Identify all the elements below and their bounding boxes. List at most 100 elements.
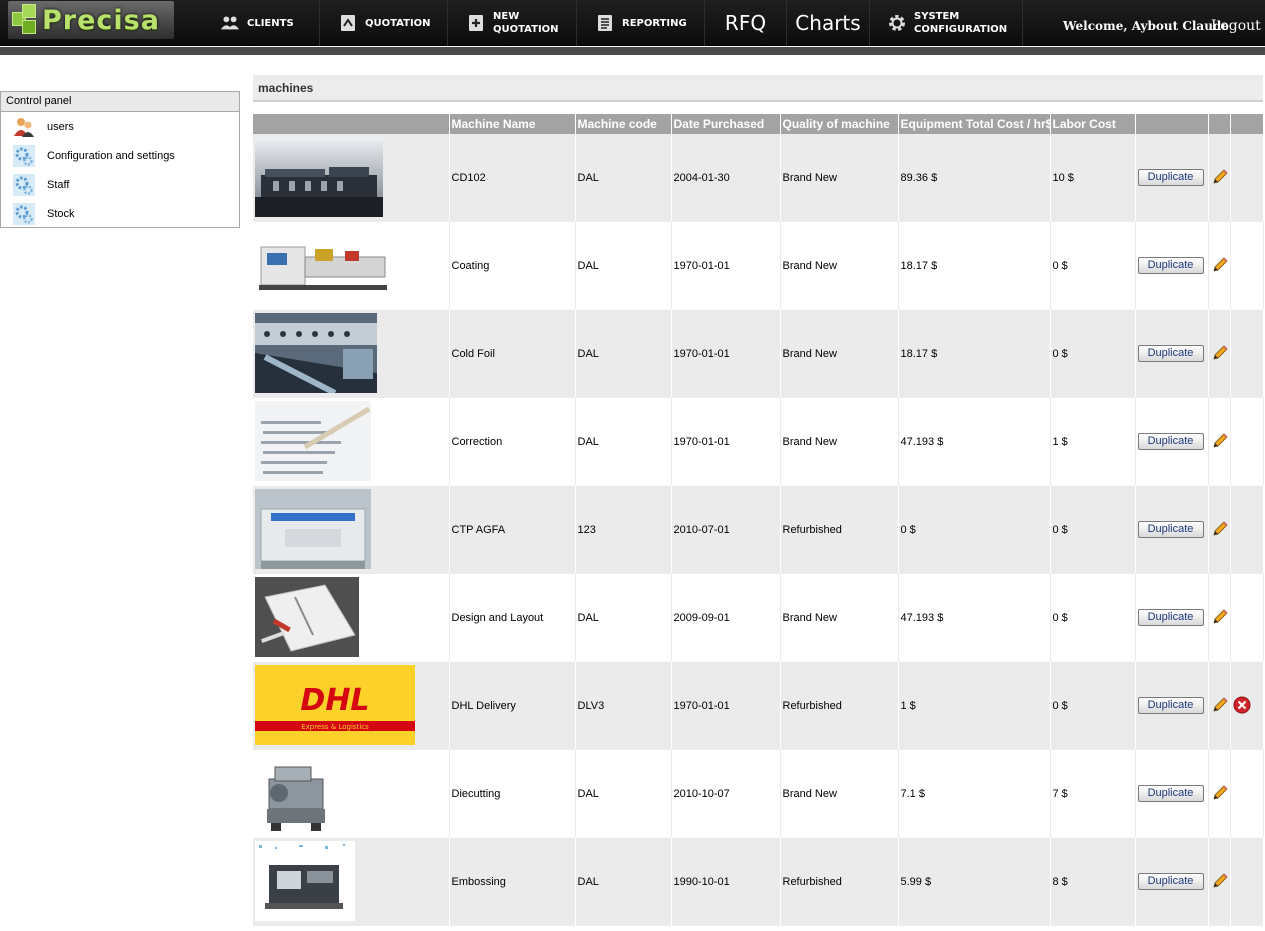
system-gear-icon: [887, 14, 907, 32]
duplicate-button[interactable]: Duplicate: [1137, 256, 1204, 274]
delete-cell: [1230, 134, 1264, 222]
machine-code: DAL: [575, 134, 672, 222]
machine-code: DLV3: [575, 662, 672, 750]
nav-system-configuration-label: SYSTEM CONFIGURATION: [914, 11, 1008, 35]
machine-image-cell: [253, 486, 450, 574]
duplicate-button[interactable]: Duplicate: [1137, 696, 1204, 714]
clients-icon: [220, 14, 240, 32]
edit-pencil-icon[interactable]: [1211, 168, 1229, 186]
dhl-brand-text: DHL: [300, 683, 369, 718]
edit-pencil-icon[interactable]: [1211, 520, 1229, 538]
labor-cost: 0 $: [1050, 222, 1136, 310]
machine-image-cell: [253, 310, 450, 398]
logo-mark-icon: [12, 4, 46, 36]
duplicate-button[interactable]: Duplicate: [1137, 872, 1204, 890]
machine-quality: Refurbished: [780, 662, 899, 750]
labor-cost: 0 $: [1050, 574, 1136, 662]
control-panel-item-configuration[interactable]: Configuration and settings: [1, 141, 239, 170]
column-header: [253, 114, 450, 134]
table-row: Correction DAL 1970-01-01 Brand New 47.193 $…: [253, 398, 1264, 486]
column-header: [1208, 114, 1231, 134]
control-panel-item-users[interactable]: users: [1, 112, 239, 141]
nav-rfq[interactable]: RFQ: [705, 0, 787, 46]
duplicate-cell: Duplicate: [1135, 222, 1209, 310]
machine-quality: Brand New: [780, 222, 899, 310]
machine-thumbnail: [255, 136, 383, 217]
machine-name: DHL Delivery: [449, 662, 576, 750]
duplicate-button[interactable]: Duplicate: [1137, 432, 1204, 450]
nav-quotation[interactable]: QUOTATION: [320, 0, 448, 46]
table-row: DHL Express & Logistics DHL Delivery DLV3 19…: [253, 662, 1264, 750]
edit-pencil-icon[interactable]: [1211, 784, 1229, 802]
delete-cell: [1230, 310, 1264, 398]
column-header-machine-name: Machine Name: [449, 114, 576, 134]
edit-pencil-icon[interactable]: [1211, 608, 1229, 626]
duplicate-button[interactable]: Duplicate: [1137, 784, 1204, 802]
edit-pencil-icon[interactable]: [1211, 432, 1229, 450]
machine-quality: Brand New: [780, 574, 899, 662]
column-header-machine-code: Machine code: [575, 114, 672, 134]
nav-sub-bar: [0, 47, 1265, 55]
quotation-icon: [338, 14, 358, 32]
nav-charts[interactable]: Charts: [787, 0, 870, 46]
edit-cell: [1208, 486, 1231, 574]
control-panel-item-label: users: [47, 120, 74, 133]
delete-icon[interactable]: [1233, 696, 1251, 714]
labor-cost: 10 $: [1050, 134, 1136, 222]
machine-code: DAL: [575, 310, 672, 398]
date-purchased: 2010-10-07: [671, 750, 781, 838]
edit-cell: [1208, 310, 1231, 398]
nav-clients[interactable]: CLIENTS: [202, 0, 320, 46]
delete-cell: [1230, 486, 1264, 574]
nav-system-configuration[interactable]: SYSTEM CONFIGURATION: [870, 0, 1023, 46]
labor-cost: 0 $: [1050, 310, 1136, 398]
logout-link[interactable]: Logout: [1211, 18, 1261, 34]
date-purchased: 1990-10-01: [671, 838, 781, 926]
control-panel-item-staff[interactable]: Staff: [1, 170, 239, 199]
page-title: machines: [253, 75, 1263, 102]
machine-quality: Brand New: [780, 398, 899, 486]
date-purchased: 2009-09-01: [671, 574, 781, 662]
machine-thumbnail: [255, 752, 335, 833]
logo-text: Precisa: [42, 5, 160, 36]
control-panel-title: Control panel: [1, 92, 239, 112]
machine-name: Design and Layout: [449, 574, 576, 662]
delete-cell: [1230, 662, 1264, 750]
control-panel: Control panel users Configuration and se…: [0, 91, 240, 228]
duplicate-button[interactable]: Duplicate: [1137, 520, 1204, 538]
table-row: CD102 DAL 2004-01-30 Brand New 89.36 $10 $ Du…: [253, 134, 1264, 222]
equipment-cost: 7.1 $: [898, 750, 1051, 838]
duplicate-button[interactable]: Duplicate: [1137, 608, 1204, 626]
control-panel-item-stock[interactable]: Stock: [1, 199, 239, 228]
dhl-tagline-text: Express & Logistics: [301, 723, 369, 731]
nav-new-quotation[interactable]: NEW QUOTATION: [448, 0, 577, 46]
duplicate-cell: Duplicate: [1135, 838, 1209, 926]
machine-name: Cold Foil: [449, 310, 576, 398]
machine-image-cell: [253, 222, 450, 310]
machine-thumbnail: [255, 488, 371, 569]
nav-reporting[interactable]: REPORTING: [577, 0, 705, 46]
precisa-logo[interactable]: Precisa: [8, 1, 174, 39]
duplicate-button[interactable]: Duplicate: [1137, 344, 1204, 362]
edit-pencil-icon[interactable]: [1211, 696, 1229, 714]
table-row: Diecutting DAL 2010-10-07 Brand New 7.1 $7 $…: [253, 750, 1264, 838]
delete-cell: [1230, 222, 1264, 310]
equipment-cost: 89.36 $: [898, 134, 1051, 222]
edit-cell: [1208, 750, 1231, 838]
edit-pencil-icon[interactable]: [1211, 872, 1229, 890]
machine-image-cell: [253, 134, 450, 222]
equipment-cost: 1 $: [898, 662, 1051, 750]
nav-rfq-label: RFQ: [724, 11, 767, 35]
nav-new-quotation-label: NEW QUOTATION: [493, 11, 559, 35]
edit-pencil-icon[interactable]: [1211, 344, 1229, 362]
machine-name: Correction: [449, 398, 576, 486]
edit-pencil-icon[interactable]: [1211, 256, 1229, 274]
machine-quality: Refurbished: [780, 838, 899, 926]
table-row: Cold Foil DAL 1970-01-01 Brand New 18.17 $0 …: [253, 310, 1264, 398]
duplicate-cell: Duplicate: [1135, 398, 1209, 486]
labor-cost: 8 $: [1050, 838, 1136, 926]
labor-cost: 0 $: [1050, 662, 1136, 750]
date-purchased: 1970-01-01: [671, 662, 781, 750]
duplicate-cell: Duplicate: [1135, 662, 1209, 750]
duplicate-button[interactable]: Duplicate: [1137, 168, 1204, 186]
